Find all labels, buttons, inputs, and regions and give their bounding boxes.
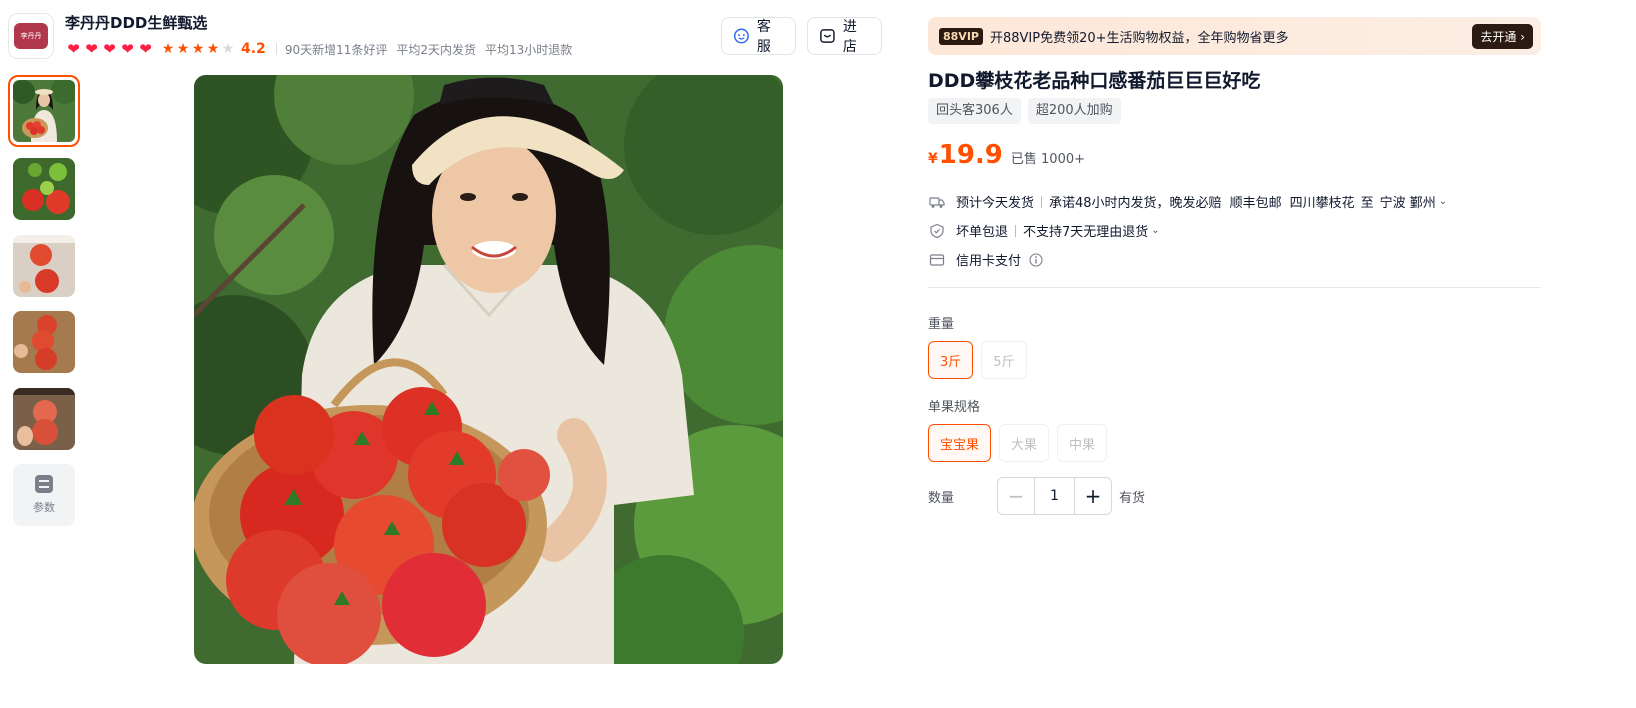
heart-icon: ❤ (85, 40, 98, 58)
shop-meta: ❤ ❤ ❤ ❤ ❤ ★ ★ ★ ★ ★ 4.2 90天新增11条好评 平均2天内… (65, 40, 581, 58)
section-divider (928, 287, 1541, 288)
quantity-label: 数量 (928, 491, 955, 506)
stock-status: 有货 (1119, 491, 1146, 506)
star-icon: ★ (206, 41, 220, 57)
star-icon: ★ (161, 41, 175, 57)
shop-logo[interactable]: 李丹丹 (8, 13, 54, 59)
weight-option-5jin[interactable]: 5斤 (981, 341, 1027, 379)
vip-banner-text: 开88VIP免费领20+生活购物权益，全年购物省更多 (989, 30, 1289, 46)
tag-repeat-buyers: 回头客306人 (928, 98, 1021, 124)
refund-guarantee: 坏单包退 (956, 225, 1009, 240)
shop-name[interactable]: 李丹丹DDD生鲜甄选 (65, 12, 207, 33)
vip-open-button[interactable]: 去开通 › (1472, 23, 1533, 49)
chevron-down-icon[interactable]: ⌄ (1151, 225, 1159, 236)
payment-row: 信用卡支付 (929, 250, 1043, 269)
heart-icon: ❤ (139, 40, 152, 58)
thumbnail-image (13, 80, 75, 142)
thumbnail-3[interactable] (13, 235, 75, 297)
divider (275, 43, 277, 55)
shop-meta-shipping: 平均2天内发货 (396, 42, 476, 57)
shop-level-hearts: ❤ ❤ ❤ ❤ ❤ (65, 41, 154, 57)
product-title: DDD攀枝花老品种口感番茄巨巨巨好吃 (928, 70, 1261, 92)
params-button[interactable]: 参数 (13, 464, 75, 526)
sold-count: 已售 1000+ (1010, 152, 1086, 167)
guarantee-row: 坏单包退 不支持7天无理由退货 ⌄ (929, 221, 1160, 240)
star-icon: ★ (191, 41, 205, 57)
delivery-row: 预计今天发货 承诺48小时内发货，晚发必赔 顺丰包邮 四川攀枝花 至 宁波 鄞州… (929, 192, 1447, 211)
price-row: ¥ 19.9 已售 1000+ (928, 140, 1085, 170)
weight-label: 重量 (928, 317, 955, 332)
heart-icon: ❤ (121, 40, 134, 58)
thumbnail-image (13, 388, 75, 450)
thumbnail-2[interactable] (13, 158, 75, 220)
price-value: 19.9 (938, 140, 1003, 170)
heart-icon: ❤ (103, 40, 116, 58)
thumbnail-image (13, 311, 75, 373)
quantity-stepper: − + (997, 477, 1112, 515)
ship-destination[interactable]: 宁波 鄞州 (1380, 192, 1436, 211)
size-label: 单果规格 (928, 400, 981, 415)
weight-options: 3斤 5斤 (928, 341, 1027, 379)
weight-option-3jin[interactable]: 3斤 (928, 341, 974, 379)
increase-button[interactable]: + (1074, 478, 1111, 514)
vip-banner[interactable]: 88VIP 开88VIP免费领20+生活购物权益，全年购物省更多 去开通 › (928, 17, 1541, 55)
divider (1041, 195, 1043, 208)
star-icon: ★ (176, 41, 190, 57)
size-option-baby[interactable]: 宝宝果 (928, 424, 992, 462)
decrease-button[interactable]: − (998, 478, 1035, 514)
chevron-down-icon[interactable]: ⌄ (1439, 196, 1447, 207)
customer-service-label: 客服 (756, 19, 771, 55)
enter-shop-button[interactable]: 进店 (807, 17, 882, 55)
thumbnail-5[interactable] (13, 388, 75, 450)
shipping-fee: 顺丰包邮 (1229, 196, 1282, 211)
ship-to-word: 至 (1360, 196, 1374, 211)
shop-logo-mark: 李丹丹 (14, 23, 48, 49)
enter-shop-label: 进店 (842, 19, 857, 55)
heart-icon: ❤ (67, 40, 80, 58)
ship-time: 预计今天发货 (956, 196, 1035, 211)
tag-cart-adds: 超200人加购 (1027, 98, 1121, 124)
size-options: 宝宝果 大果 中果 (928, 424, 1108, 462)
size-option-large[interactable]: 大果 (999, 424, 1050, 462)
thumbnail-image (13, 235, 75, 297)
size-option-medium[interactable]: 中果 (1057, 424, 1108, 462)
currency-symbol: ¥ (928, 151, 938, 167)
thumbnail-1[interactable] (8, 75, 80, 147)
shield-icon (930, 223, 944, 238)
shop-meta-reviews: 90天新增11条好评 (284, 42, 388, 57)
customer-service-button[interactable]: 客服 (721, 17, 796, 55)
divider (1015, 224, 1017, 237)
params-label: 参数 (33, 501, 55, 514)
star-icon: ★ (221, 41, 235, 57)
return-policy[interactable]: 不支持7天无理由退货 (1023, 221, 1148, 240)
shop-rating-stars: ★ ★ ★ ★ ★ (161, 41, 235, 57)
shop-rating-value: 4.2 (241, 41, 266, 57)
credit-card-icon (929, 253, 945, 266)
payment-method: 信用卡支付 (956, 254, 1022, 269)
vip-badge: 88VIP (939, 27, 983, 45)
product-photo (194, 75, 783, 664)
info-icon[interactable] (1029, 252, 1043, 267)
shop-meta-refund: 平均13小时退款 (485, 42, 573, 57)
main-product-image[interactable] (194, 75, 783, 664)
thumbnail-4[interactable] (13, 311, 75, 373)
params-icon (35, 475, 53, 493)
ship-from: 四川攀枝花 (1289, 196, 1355, 211)
truck-icon (929, 196, 945, 208)
shop-icon (820, 29, 835, 43)
chat-icon (733, 28, 749, 44)
quantity-input[interactable] (1035, 478, 1074, 514)
thumbnail-image (13, 158, 75, 220)
ship-promise: 承诺48小时内发货，晚发必赔 (1049, 196, 1222, 211)
product-tags: 回头客306人 超200人加购 (928, 98, 1121, 124)
